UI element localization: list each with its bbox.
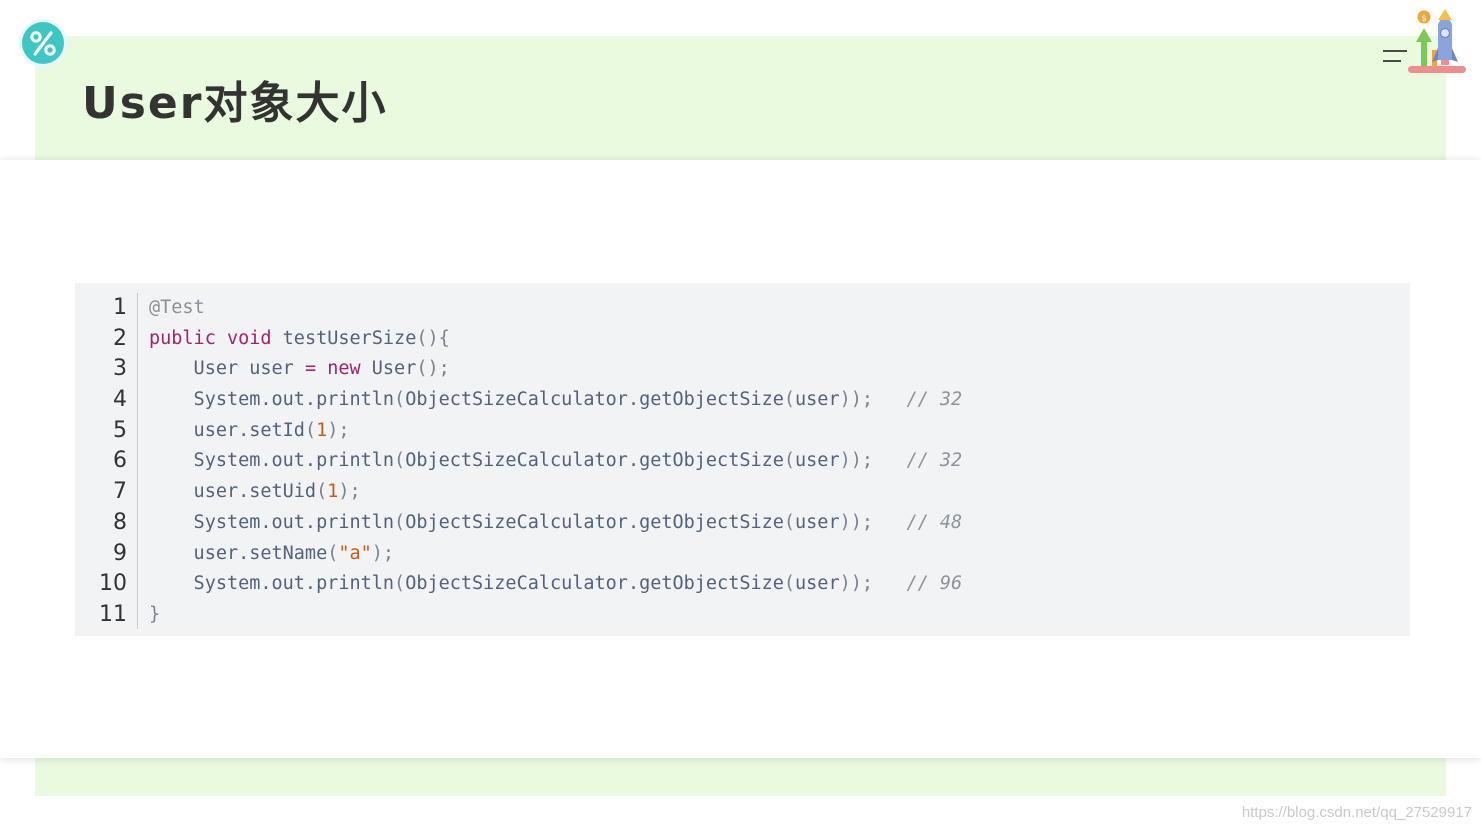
code-token-punct: } [149, 603, 161, 625]
code-token-punct: ( [783, 389, 796, 411]
code-line: user.setId(1); [149, 416, 962, 447]
code-token-comment: // 48 [906, 511, 963, 533]
code-token-keyword: void [226, 327, 272, 349]
code-token-punct: ( [327, 542, 339, 564]
code-token-plain: user.setName [149, 542, 328, 564]
code-token-punct: ); [338, 481, 361, 503]
code-token-punct: ( [783, 450, 796, 472]
gutter-divider [137, 293, 138, 629]
code-token-operator: = [304, 358, 317, 380]
code-token-keyword: public [149, 327, 216, 349]
code-token-plain: User user [149, 358, 305, 380]
line-number: 10 [99, 571, 127, 597]
code-token-method: testUserSize [282, 327, 417, 349]
line-number: 8 [113, 509, 127, 535]
line-number: 7 [113, 479, 127, 505]
code-token-plain: user [795, 450, 840, 472]
code-token-plain: System.out.println [149, 389, 395, 411]
code-token-comment: // 32 [906, 389, 963, 411]
line-number: 11 [99, 601, 127, 627]
slide-title: User对象大小 [82, 78, 388, 129]
code-token-annotation: @Test [149, 297, 205, 318]
code-token-string: "a" [338, 542, 372, 564]
code-line: User user = new User(); [149, 354, 962, 385]
code-token-plain: user.setUid [149, 481, 317, 503]
line-number: 3 [113, 356, 127, 382]
code-token-plain: ObjectSizeCalculator.getObjectSize [405, 573, 784, 595]
rocket-growth-icon: $ [1406, 6, 1470, 78]
code-token-comment: // 96 [906, 573, 963, 595]
line-number-gutter: 1 2 3 4 5 6 7 8 9 10 11 [75, 293, 127, 631]
code-token-punct: )); [839, 511, 874, 533]
code-line: user.setName("a"); [149, 539, 962, 570]
line-number: 2 [113, 325, 127, 351]
code-token-number: 1 [316, 419, 328, 441]
code-token-comment: // 32 [906, 450, 963, 472]
code-line: System.out.println(ObjectSizeCalculator.… [149, 569, 963, 600]
line-number: 9 [113, 540, 127, 566]
code-token-punct: ( [394, 573, 406, 595]
code-token-plain: System.out.println [149, 450, 395, 472]
svg-text:$: $ [1421, 14, 1427, 24]
code-token-plain: user.setId [149, 419, 305, 441]
code-token-punct: )); [839, 450, 874, 472]
code-line: System.out.println(ObjectSizeCalculator.… [149, 508, 963, 539]
code-token-punct: ( [304, 419, 317, 441]
code-token-punct: (){ [416, 327, 450, 349]
code-token-punct: ( [783, 573, 796, 595]
code-token-punct: ( [394, 389, 406, 411]
code-token-number: 1 [327, 481, 339, 503]
watermark: https://blog.csdn.net/qq_27529917 [1241, 804, 1472, 821]
code-token-punct: )); [839, 389, 874, 411]
code-token-plain: ObjectSizeCalculator.getObjectSize [405, 511, 784, 533]
code-token-punct: ( [394, 450, 406, 472]
code-token-plain: User [360, 358, 417, 380]
code-token-plain: user [795, 573, 840, 595]
percent-icon [22, 22, 64, 64]
code-token-punct: ); [371, 542, 395, 564]
code-token-punct: ( [394, 511, 406, 533]
code-token-punct: ( [783, 511, 796, 533]
code-line: System.out.println(ObjectSizeCalculator.… [149, 446, 963, 477]
code-line: System.out.println(ObjectSizeCalculator.… [149, 385, 963, 416]
code-token-punct: ( [316, 481, 328, 503]
code-token-plain: user [795, 389, 840, 411]
code-line: } [149, 600, 962, 631]
code-token-punct: ); [327, 419, 350, 441]
code-line: user.setUid(1); [149, 477, 962, 508]
line-number: 4 [113, 387, 127, 413]
line-number: 1 [113, 295, 127, 320]
code-token-plain: System.out.println [149, 573, 395, 595]
code-token-plain: user [795, 511, 840, 533]
code-token-plain: System.out.println [149, 511, 395, 533]
code-token-keyword: new [327, 358, 361, 380]
code-token-plain: ObjectSizeCalculator.getObjectSize [405, 389, 784, 411]
code-token-punct: (); [416, 358, 450, 380]
code-line: public void testUserSize(){ [149, 324, 962, 355]
code-lines: @Test public void testUserSize(){ User us… [149, 293, 962, 631]
code-line: @Test [149, 293, 962, 324]
code-token-plain: ObjectSizeCalculator.getObjectSize [405, 450, 784, 472]
line-number: 6 [113, 448, 127, 474]
line-number: 5 [113, 417, 127, 443]
code-token-punct: )); [839, 573, 874, 595]
